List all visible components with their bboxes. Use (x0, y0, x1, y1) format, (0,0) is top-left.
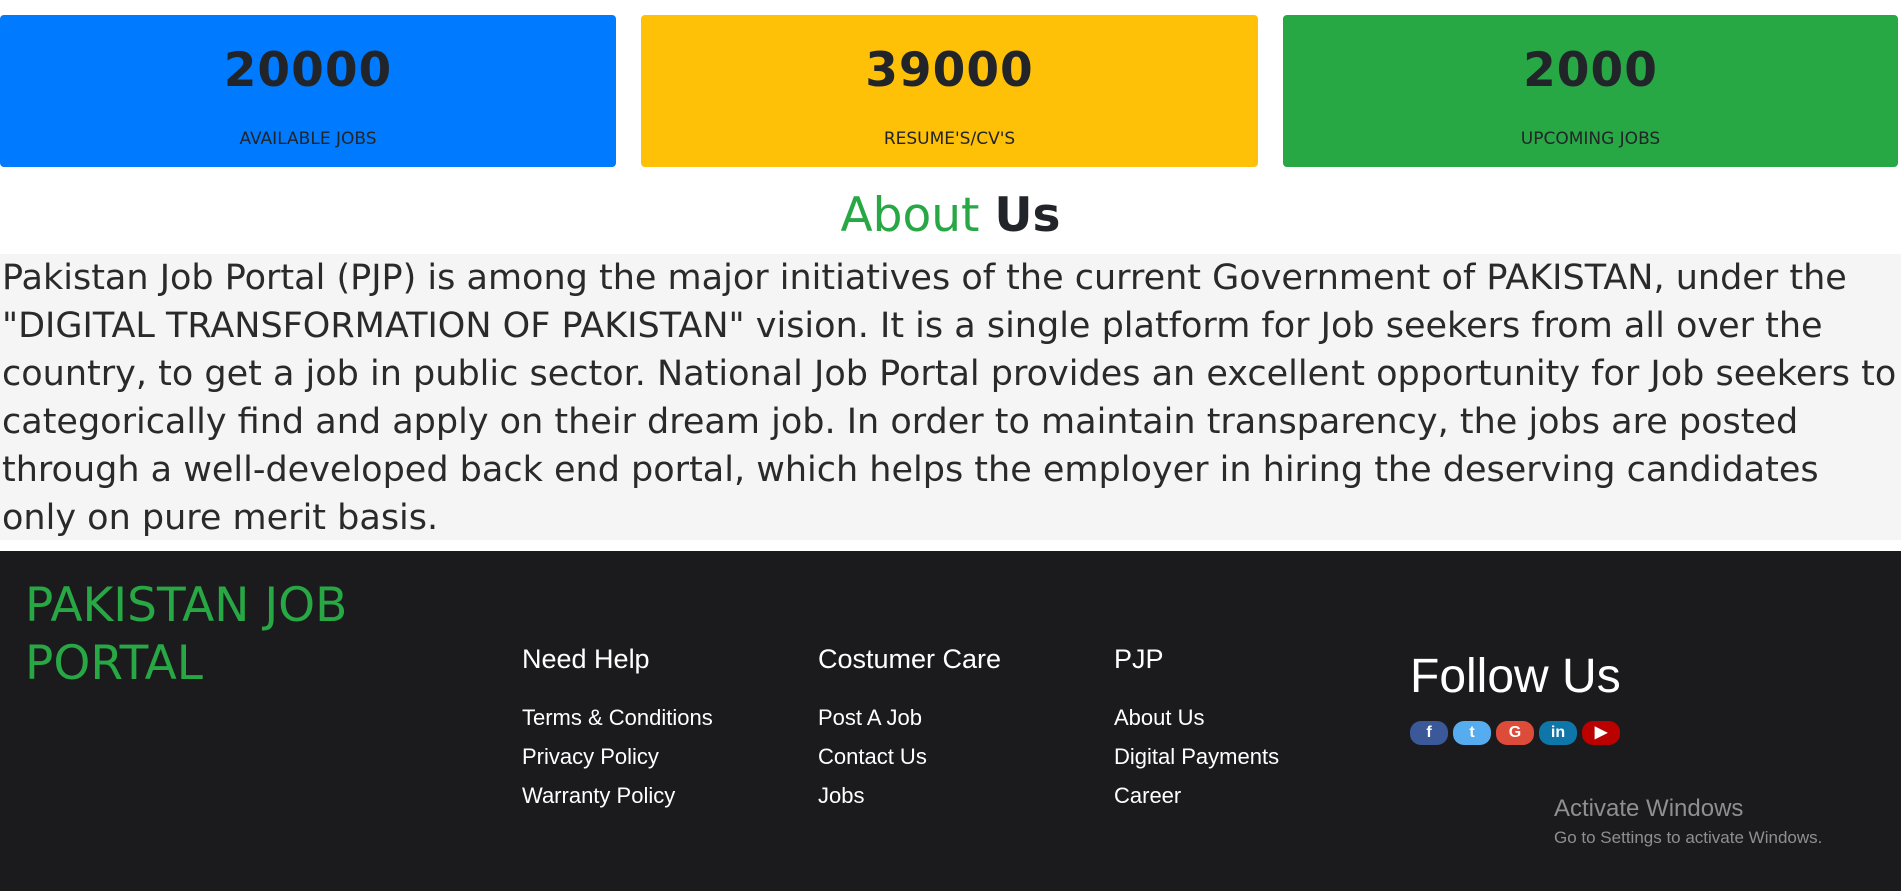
footer-column-title: Costumer Care (818, 644, 1002, 674)
footer-column-pjp: PJP About Us Digital Payments Career (1114, 643, 1279, 808)
about-heading-part1: About (840, 188, 980, 243)
footer-link-about[interactable]: About Us (1114, 705, 1205, 730)
google-icon[interactable]: G (1496, 721, 1534, 745)
stat-label: AVAILABLE JOBS (239, 129, 377, 149)
footer-column-costumer-care: Costumer Care Post A Job Contact Us Jobs (818, 643, 1002, 808)
about-us-text: Pakistan Job Portal (PJP) is among the m… (0, 254, 1901, 540)
follow-us-title: Follow Us (1410, 650, 1621, 703)
footer-brand: PAKISTAN JOB PORTAL (25, 578, 348, 691)
footer-column-title: PJP (1114, 644, 1164, 674)
linkedin-icon[interactable]: in (1539, 721, 1577, 745)
stat-card-available-jobs: 20000 AVAILABLE JOBS (0, 15, 616, 167)
footer-column-need-help: Need Help Terms & Conditions Privacy Pol… (522, 643, 713, 808)
youtube-icon[interactable]: ▶ (1582, 721, 1620, 745)
social-icons: f t G in ▶ (1410, 721, 1620, 747)
footer-link-terms[interactable]: Terms & Conditions (522, 705, 713, 730)
footer-column-title: Need Help (522, 644, 650, 674)
activate-windows-watermark: Activate Windows Go to Settings to activ… (1554, 795, 1822, 849)
stat-card-resumes: 39000 RESUME'S/CV'S (641, 15, 1258, 167)
follow-us-section: Follow Us f t G in ▶ (1410, 649, 1621, 745)
footer-link-contact[interactable]: Contact Us (818, 744, 927, 769)
footer-link-career[interactable]: Career (1114, 783, 1181, 808)
watermark-title: Activate Windows (1554, 795, 1744, 822)
stat-label: UPCOMING JOBS (1520, 129, 1661, 149)
about-us-heading: About Us (0, 188, 1901, 244)
watermark-subtitle: Go to Settings to activate Windows. (1554, 828, 1823, 847)
footer-link-post-job[interactable]: Post A Job (818, 705, 922, 730)
stats-section: 20000 AVAILABLE JOBS 39000 RESUME'S/CV'S… (0, 15, 1901, 167)
footer-link-privacy[interactable]: Privacy Policy (522, 744, 659, 769)
stat-value: 39000 (865, 43, 1034, 98)
footer-link-digital-payments[interactable]: Digital Payments (1114, 744, 1279, 769)
stat-card-upcoming-jobs: 2000 UPCOMING JOBS (1283, 15, 1898, 167)
facebook-icon[interactable]: f (1410, 721, 1448, 745)
stat-label: RESUME'S/CV'S (883, 129, 1016, 149)
stat-value: 2000 (1523, 43, 1658, 98)
stat-value: 20000 (223, 43, 393, 98)
footer-link-warranty[interactable]: Warranty Policy (522, 783, 675, 808)
about-heading-part2: Us (994, 188, 1061, 243)
footer-link-jobs[interactable]: Jobs (818, 783, 864, 808)
twitter-icon[interactable]: t (1453, 721, 1491, 745)
